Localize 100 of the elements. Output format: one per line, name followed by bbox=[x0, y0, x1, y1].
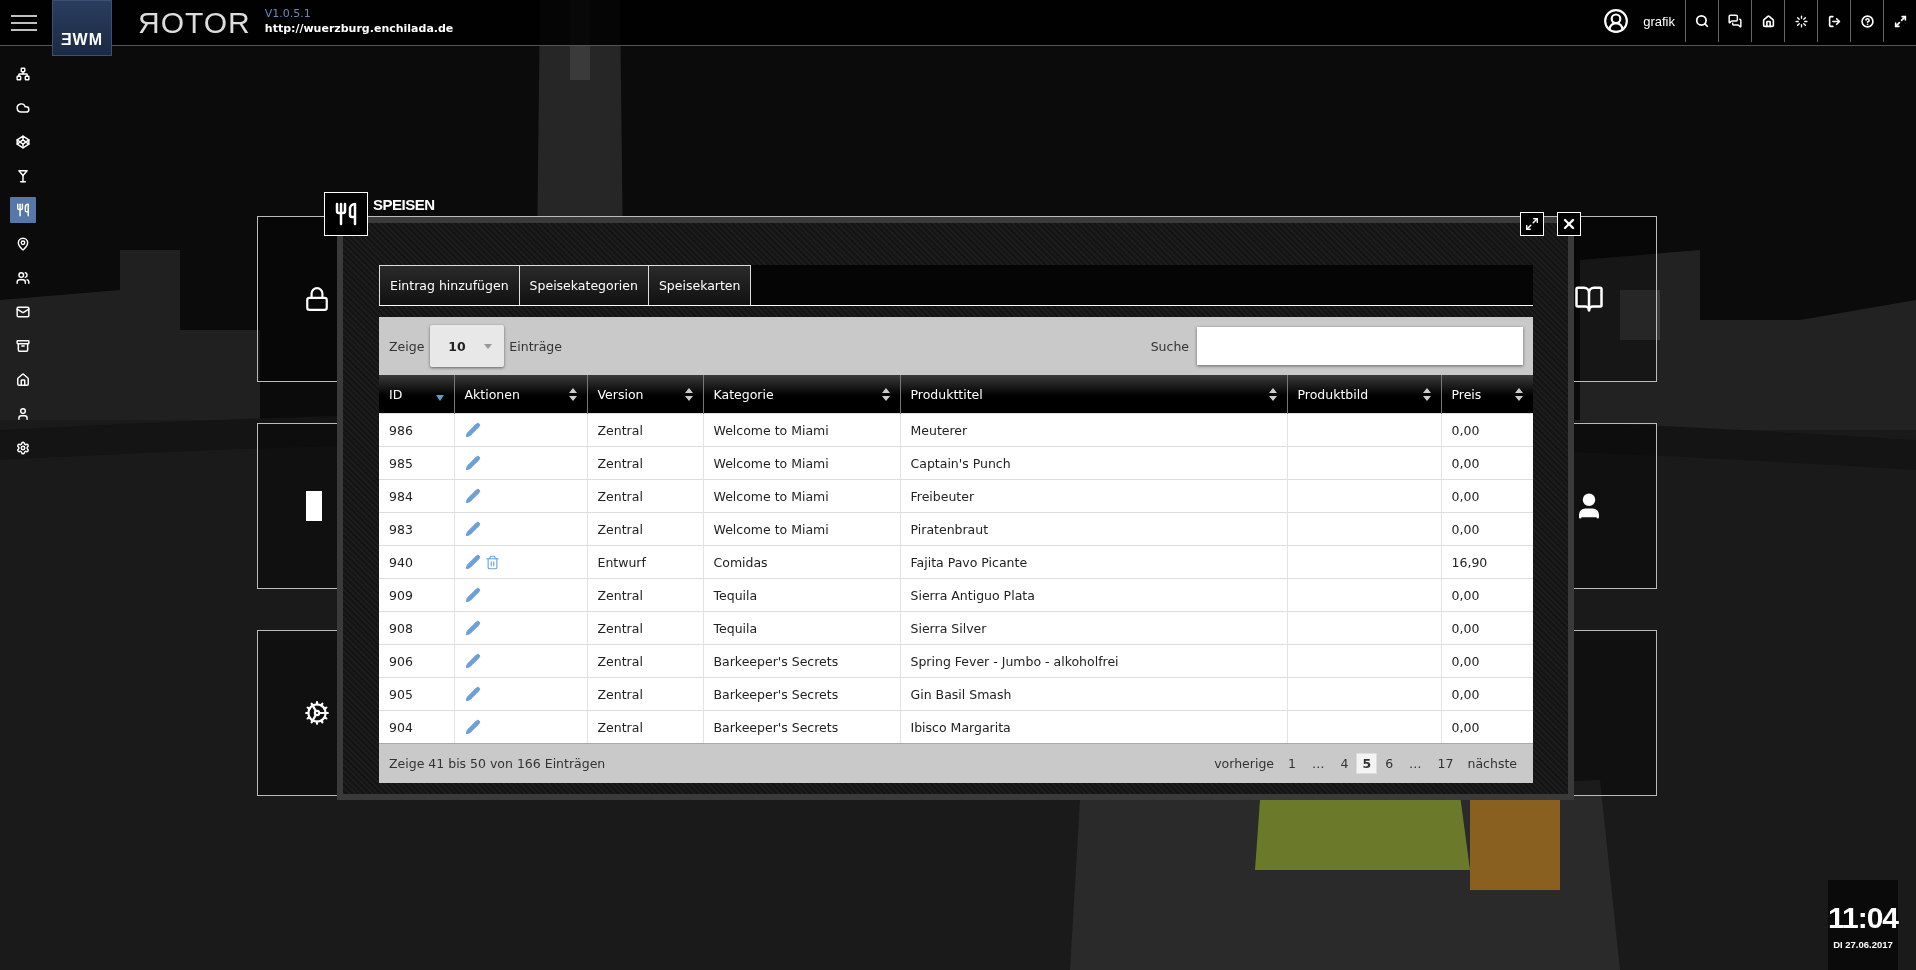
column-header[interactable]: Produkttitel bbox=[900, 375, 1287, 414]
lock-icon bbox=[304, 286, 330, 312]
table-cell: 0,00 bbox=[1441, 413, 1533, 447]
table-cell: Piratenbraut bbox=[900, 512, 1287, 546]
cloud-icon bbox=[15, 101, 30, 115]
clock-date: DI 27.06.2017 bbox=[1833, 938, 1893, 950]
table-cell: 0,00 bbox=[1441, 611, 1533, 645]
sort-icon[interactable] bbox=[568, 387, 577, 401]
table-cell: Welcome to Miami bbox=[703, 446, 900, 480]
edit-icon[interactable] bbox=[464, 554, 481, 570]
pagination-nav-link[interactable]: vorherige bbox=[1208, 753, 1281, 774]
sort-icon[interactable] bbox=[1422, 387, 1431, 401]
table-cell: 0,00 bbox=[1441, 677, 1533, 711]
search-field[interactable] bbox=[1197, 327, 1523, 365]
mail-icon bbox=[15, 305, 30, 319]
page-length-select[interactable]: 10 bbox=[430, 325, 505, 367]
table-cell: 909 bbox=[379, 578, 454, 612]
search-label: Suche bbox=[1150, 338, 1189, 354]
table-cell: 940 bbox=[379, 545, 454, 579]
table-cell: 0,00 bbox=[1441, 578, 1533, 612]
cutlery-button[interactable] bbox=[9, 197, 36, 223]
help-icon bbox=[1860, 14, 1874, 28]
users-icon bbox=[15, 271, 30, 285]
table-cell: 984 bbox=[379, 479, 454, 513]
sitemap-icon bbox=[15, 67, 30, 81]
table-info: Zeige 41 bis 50 von 166 Einträgen bbox=[389, 756, 606, 771]
book-icon bbox=[1574, 284, 1604, 314]
menu-icon bbox=[11, 14, 37, 31]
page-link[interactable]: 1 bbox=[1282, 753, 1302, 774]
edit-icon[interactable] bbox=[464, 587, 481, 603]
edit-icon[interactable] bbox=[464, 719, 481, 735]
expand-icon bbox=[1893, 14, 1907, 28]
table-cell: Welcome to Miami bbox=[703, 413, 900, 447]
table-cell: 906 bbox=[379, 644, 454, 678]
table-cell: Zentral bbox=[587, 413, 703, 447]
clock-time: 11:04 bbox=[1827, 900, 1899, 935]
column-header[interactable]: ID bbox=[379, 375, 454, 414]
table-cell: Fajita Pavo Picante bbox=[900, 545, 1287, 579]
pagination-ellipsis: … bbox=[1311, 755, 1326, 773]
sort-icon[interactable] bbox=[1268, 387, 1277, 401]
edit-icon[interactable] bbox=[464, 620, 481, 636]
chat-icon bbox=[1728, 14, 1742, 28]
maximize-button[interactable] bbox=[1520, 212, 1544, 236]
dialog-title: SPEISEN bbox=[373, 196, 435, 213]
codepen-icon bbox=[15, 135, 30, 149]
table-cell: Welcome to Miami bbox=[703, 479, 900, 513]
table-cell: 0,00 bbox=[1441, 710, 1533, 743]
tab[interactable]: Speisekategorien bbox=[519, 265, 649, 305]
column-header[interactable]: Version bbox=[587, 375, 703, 414]
table-cell: Zentral bbox=[587, 644, 703, 678]
logout-icon bbox=[1827, 14, 1841, 28]
sort-icon[interactable] bbox=[881, 387, 890, 401]
tab[interactable]: Eintrag hinzufügen bbox=[379, 265, 520, 305]
table-cell: Captain's Punch bbox=[900, 446, 1287, 480]
page-link[interactable]: 4 bbox=[1334, 753, 1355, 774]
column-header[interactable]: Aktionen bbox=[454, 375, 587, 414]
home-icon bbox=[15, 373, 30, 387]
sort-icon[interactable] bbox=[684, 387, 693, 401]
home-icon bbox=[1761, 14, 1775, 28]
cutlery-icon bbox=[15, 203, 30, 217]
table-cell: 0,00 bbox=[1441, 446, 1533, 480]
gears-icon bbox=[15, 441, 30, 455]
tablet-icon bbox=[304, 491, 324, 521]
table-cell: 0,00 bbox=[1441, 644, 1533, 678]
tab[interactable]: Speisekarten bbox=[648, 265, 752, 305]
table-cell: 983 bbox=[379, 512, 454, 546]
close-button[interactable] bbox=[1557, 212, 1581, 236]
column-header[interactable]: Produktbild bbox=[1287, 375, 1441, 414]
length-label: Einträge bbox=[509, 338, 562, 354]
table-cell: 908 bbox=[379, 611, 454, 645]
edit-icon[interactable] bbox=[464, 686, 481, 702]
column-header[interactable]: Preis bbox=[1441, 375, 1533, 414]
page-link[interactable]: 6 bbox=[1379, 753, 1400, 774]
table-cell: Spring Fever - Jumbo - alkoholfrei bbox=[900, 644, 1287, 678]
sort-icon[interactable] bbox=[1515, 387, 1523, 401]
app-name: ЯOTOR bbox=[138, 6, 251, 40]
table-cell: Tequila bbox=[703, 578, 900, 612]
edit-icon[interactable] bbox=[464, 422, 481, 438]
gear-icon bbox=[304, 700, 330, 726]
user-icon bbox=[15, 407, 30, 421]
pagination-ellipsis: … bbox=[1408, 755, 1423, 773]
edit-icon[interactable] bbox=[464, 455, 481, 471]
column-header[interactable]: Kategorie bbox=[703, 375, 900, 414]
table-cell: 905 bbox=[379, 677, 454, 711]
user-name[interactable]: grafik bbox=[1643, 13, 1675, 29]
page-link[interactable]: 5 bbox=[1356, 753, 1378, 774]
version-label: V1.0.5.1 bbox=[264, 7, 312, 20]
logo[interactable]: ƎWM bbox=[52, 0, 112, 56]
edit-icon[interactable] bbox=[464, 653, 481, 669]
table-cell: Ibisco Margarita bbox=[900, 710, 1287, 743]
table-cell: 904 bbox=[379, 710, 454, 743]
table-cell: Barkeeper's Secrets bbox=[703, 644, 900, 678]
edit-icon[interactable] bbox=[464, 521, 481, 537]
page-link[interactable]: 17 bbox=[1431, 753, 1460, 774]
table-cell: Sierra Silver bbox=[900, 611, 1287, 645]
sort-descending-icon[interactable] bbox=[435, 395, 444, 401]
table-cell: Gin Basil Smash bbox=[900, 677, 1287, 711]
pagination-nav-link[interactable]: nächste bbox=[1461, 753, 1523, 774]
user-avatar-icon[interactable] bbox=[1603, 8, 1630, 34]
edit-icon[interactable] bbox=[464, 488, 481, 504]
